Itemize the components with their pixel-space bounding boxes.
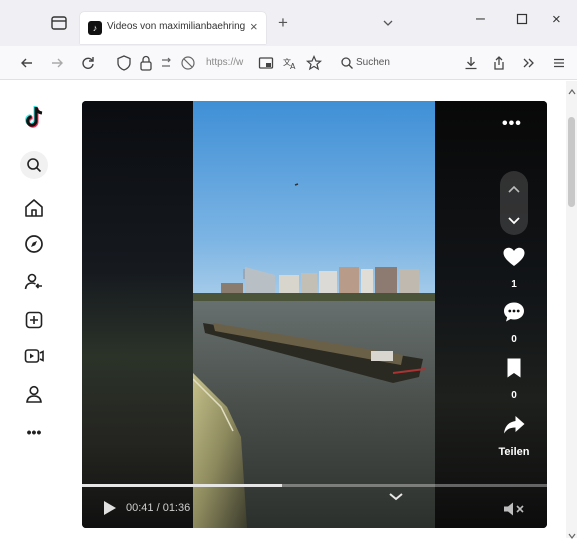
following-icon[interactable] bbox=[23, 271, 45, 293]
reload-icon[interactable] bbox=[79, 54, 97, 72]
search-field[interactable]: Suchen bbox=[336, 51, 448, 75]
overflow-chevrons-icon[interactable] bbox=[520, 54, 538, 72]
upload-icon[interactable] bbox=[23, 309, 45, 331]
shield-icon[interactable] bbox=[115, 54, 133, 72]
search-button[interactable] bbox=[20, 151, 48, 179]
page-scrollbar[interactable] bbox=[566, 81, 577, 539]
url-text: https://w bbox=[206, 57, 244, 68]
lock-icon[interactable] bbox=[137, 54, 155, 72]
comment-count: 0 bbox=[511, 334, 517, 345]
compass-icon[interactable] bbox=[23, 233, 45, 255]
share-label[interactable]: Teilen bbox=[484, 446, 544, 458]
tab-close-icon[interactable]: × bbox=[250, 19, 258, 34]
comment-bubble-icon[interactable] bbox=[501, 299, 527, 325]
chevron-down-icon[interactable] bbox=[388, 489, 404, 501]
scrollbar-thumb[interactable] bbox=[568, 117, 575, 207]
save-count: 0 bbox=[511, 390, 517, 401]
video-blur-left bbox=[82, 101, 193, 528]
chevron-up-icon[interactable] bbox=[507, 181, 521, 199]
download-icon[interactable] bbox=[462, 54, 480, 72]
window-minimize-button[interactable]: – bbox=[476, 10, 485, 28]
home-icon[interactable] bbox=[23, 197, 45, 219]
video-more-icon[interactable]: ••• bbox=[502, 115, 522, 133]
live-icon[interactable] bbox=[23, 345, 45, 367]
share-icon[interactable] bbox=[490, 54, 508, 72]
scroll-down-arrow-icon[interactable] bbox=[568, 527, 576, 545]
browser-tab[interactable]: ♪ Videos von maximilianbaehring × bbox=[80, 12, 266, 44]
hamburger-menu-icon[interactable] bbox=[550, 54, 568, 72]
tab-bar: ♪ Videos von maximilianbaehring × + – × bbox=[0, 0, 577, 46]
navigation-bar: https://w 文A Suchen bbox=[0, 46, 577, 80]
window-close-button[interactable]: × bbox=[552, 11, 561, 28]
search-icon bbox=[27, 158, 42, 173]
autoplay-blocked-icon[interactable] bbox=[179, 54, 197, 72]
tiktok-favicon-icon: ♪ bbox=[88, 21, 102, 35]
bookmark-icon[interactable] bbox=[501, 355, 527, 381]
search-placeholder: Suchen bbox=[356, 57, 390, 68]
picture-in-picture-icon[interactable] bbox=[257, 54, 275, 72]
tab-title: Videos von maximilianbaehring bbox=[107, 21, 246, 32]
play-icon[interactable] bbox=[102, 499, 118, 517]
bookmark-star-icon[interactable] bbox=[305, 54, 323, 72]
permissions-icon[interactable] bbox=[159, 54, 177, 72]
like-count: 1 bbox=[511, 279, 517, 290]
tiktok-logo-icon[interactable] bbox=[23, 105, 45, 128]
tab-list-icon[interactable] bbox=[48, 12, 70, 34]
profile-icon[interactable] bbox=[23, 383, 45, 405]
time-display: 00:41 / 01:36 bbox=[126, 502, 191, 514]
new-tab-button[interactable]: + bbox=[278, 14, 288, 31]
search-icon bbox=[340, 56, 354, 75]
scroll-up-arrow-icon[interactable] bbox=[568, 83, 576, 101]
video-navigation bbox=[500, 171, 528, 235]
more-icon[interactable]: ••• bbox=[23, 421, 45, 443]
translate-icon[interactable]: 文A bbox=[281, 54, 299, 72]
progress-fill bbox=[82, 484, 282, 487]
address-bar[interactable]: https://w 文A bbox=[111, 51, 331, 75]
muted-speaker-icon[interactable] bbox=[502, 501, 526, 517]
video-frame bbox=[193, 101, 435, 528]
tiktok-sidebar: ••• bbox=[0, 81, 66, 538]
chevron-down-icon[interactable] bbox=[507, 213, 521, 231]
forward-arrow-icon[interactable] bbox=[48, 54, 66, 72]
video-player[interactable]: ••• 1 0 0 Teilen 00:41 / 01:36 bbox=[82, 101, 547, 528]
share-arrow-icon[interactable] bbox=[501, 412, 527, 438]
svg-text:A: A bbox=[290, 62, 296, 71]
like-heart-icon[interactable] bbox=[501, 244, 527, 270]
back-arrow-icon[interactable] bbox=[18, 54, 36, 72]
window-maximize-button[interactable] bbox=[516, 12, 528, 25]
video-blur-right bbox=[435, 101, 547, 528]
chevron-down-icon[interactable] bbox=[382, 16, 394, 28]
